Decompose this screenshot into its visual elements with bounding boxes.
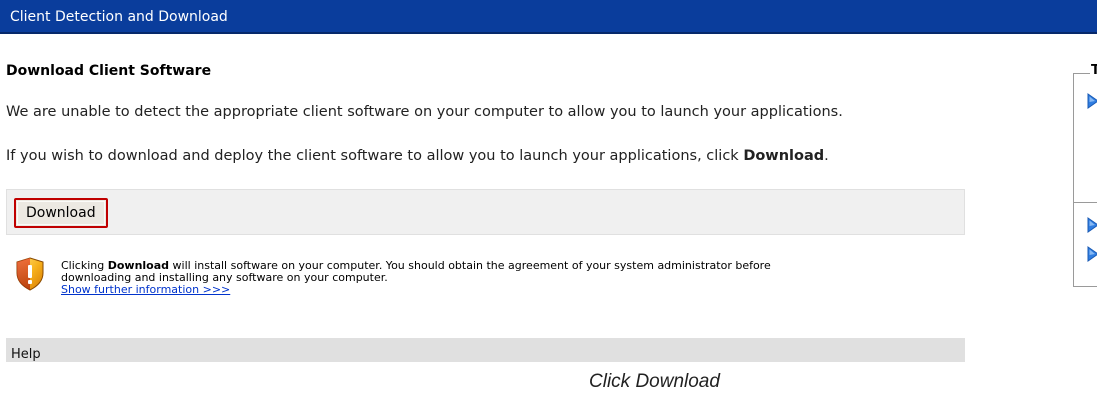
security-shield-warning-icon: [16, 257, 44, 291]
help-label: Help: [11, 347, 41, 362]
download-button[interactable]: Download: [14, 198, 108, 228]
page-root: Client Detection and Download Download C…: [0, 0, 1097, 394]
download-instruction: If you wish to download and deploy the c…: [6, 148, 829, 164]
install-warning: Clicking Download will install software …: [61, 260, 961, 296]
download-instruction-bold: Download: [743, 148, 825, 164]
blue-arrow-right-icon[interactable]: [1087, 246, 1097, 262]
blue-arrow-right-icon[interactable]: [1087, 93, 1097, 109]
side-panel-title: T: [1090, 63, 1097, 78]
download-button-label: Download: [26, 205, 96, 221]
download-instruction-suffix: .: [824, 148, 829, 164]
help-section-header[interactable]: Help: [6, 338, 965, 362]
download-panel: Download: [6, 189, 965, 235]
download-instruction-prefix: If you wish to download and deploy the c…: [6, 148, 744, 164]
window-title: Client Detection and Download: [10, 9, 228, 25]
side-panel-divider: [1073, 202, 1097, 203]
window-title-bar: Client Detection and Download: [0, 0, 1097, 34]
show-further-information-link[interactable]: Show further information >>>: [61, 283, 230, 296]
instruction-caption: Click Download: [589, 371, 720, 392]
section-heading: Download Client Software: [6, 63, 212, 79]
detection-message: We are unable to detect the appropriate …: [6, 104, 843, 120]
blue-arrow-right-icon[interactable]: [1087, 217, 1097, 233]
